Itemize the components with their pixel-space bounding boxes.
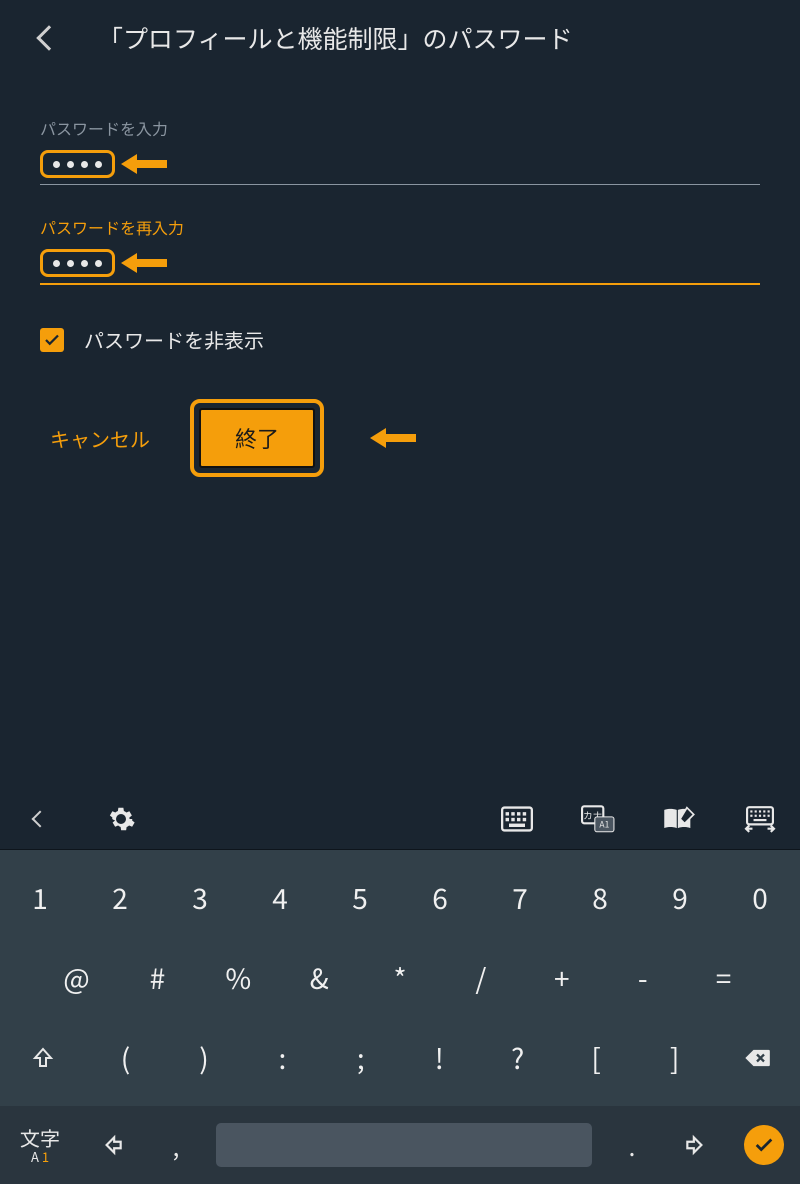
svg-text:A1: A1 <box>599 818 609 830</box>
annotation-arrow-icon <box>370 428 416 448</box>
password-confirm-highlight-box <box>40 249 115 277</box>
annotation-arrow-icon <box>121 253 167 273</box>
key-sym[interactable]: ( <box>86 1018 164 1098</box>
key-8[interactable]: 8 <box>560 858 640 938</box>
mode-label-top: 文字 <box>20 1128 60 1148</box>
key-sym[interactable]: % <box>198 938 279 1018</box>
key-sym[interactable]: ] <box>635 1018 713 1098</box>
page-title: 「プロフィールと機能制限」のパスワード <box>98 20 573 56</box>
key-sym[interactable]: * <box>360 938 441 1018</box>
check-icon <box>753 1134 775 1156</box>
password-label: パスワードを入力 <box>40 116 760 140</box>
key-3[interactable]: 3 <box>160 858 240 938</box>
gear-icon <box>106 804 136 834</box>
key-sym[interactable]: + <box>521 938 602 1018</box>
password-confirm-label: パスワードを再入力 <box>40 215 760 239</box>
key-sym[interactable]: / <box>440 938 521 1018</box>
keyboard-icon <box>501 806 533 832</box>
key-9[interactable]: 9 <box>640 858 720 938</box>
key-0[interactable]: 0 <box>720 858 800 938</box>
keyboard-settings-button[interactable] <box>103 801 139 837</box>
cancel-button[interactable]: キャンセル <box>50 424 150 453</box>
back-button[interactable] <box>36 25 61 50</box>
check-icon <box>43 331 61 349</box>
key-sym[interactable]: ! <box>400 1018 478 1098</box>
key-4[interactable]: 4 <box>240 858 320 938</box>
keyboard-layout-button[interactable] <box>499 801 535 837</box>
keyboard-collapse-button[interactable] <box>22 801 58 837</box>
password-confirm-input[interactable] <box>40 249 760 285</box>
arrow-right-icon <box>683 1132 709 1158</box>
hide-password-checkbox[interactable] <box>40 328 64 352</box>
hide-password-label: パスワードを非表示 <box>84 325 264 354</box>
virtual-keyboard: カナA1 1234567890 @#%&*/+-= ():;!?[] 文字 A1… <box>0 788 800 1184</box>
keyboard-resize-icon <box>743 805 777 833</box>
shift-icon <box>31 1046 55 1070</box>
mode-label-1: 1 <box>42 1147 49 1166</box>
key-6[interactable]: 6 <box>400 858 480 938</box>
arrow-left-icon <box>99 1132 125 1158</box>
keyboard-clipboard-button[interactable] <box>661 801 697 837</box>
key-7[interactable]: 7 <box>480 858 560 938</box>
key-shift[interactable] <box>0 1018 86 1098</box>
key-comma[interactable]: , <box>144 1128 208 1163</box>
key-sym[interactable]: [ <box>557 1018 635 1098</box>
finish-button-highlight: 終了 <box>190 399 324 477</box>
key-sym[interactable]: - <box>602 938 683 1018</box>
key-cursor-right[interactable] <box>664 1132 728 1158</box>
keyboard-language-button[interactable]: カナA1 <box>580 801 616 837</box>
key-1[interactable]: 1 <box>0 858 80 938</box>
mode-label-a: A <box>31 1147 39 1166</box>
backspace-icon <box>743 1044 771 1072</box>
key-sym[interactable]: ; <box>322 1018 400 1098</box>
kana-switch-icon: カナA1 <box>581 805 615 833</box>
key-sym[interactable]: # <box>117 938 198 1018</box>
key-sym[interactable]: ? <box>478 1018 556 1098</box>
key-enter[interactable] <box>744 1125 784 1165</box>
key-period[interactable]: . <box>600 1128 664 1163</box>
key-space[interactable] <box>216 1123 592 1167</box>
key-5[interactable]: 5 <box>320 858 400 938</box>
annotation-arrow-icon <box>121 154 167 174</box>
key-sym[interactable]: = <box>683 938 764 1018</box>
finish-button[interactable]: 終了 <box>199 408 315 468</box>
key-sym[interactable]: @ <box>36 938 117 1018</box>
keyboard-resize-button[interactable] <box>742 801 778 837</box>
password-highlight-box <box>40 150 115 178</box>
key-sym[interactable]: ) <box>165 1018 243 1098</box>
key-sym[interactable]: : <box>243 1018 321 1098</box>
key-backspace[interactable] <box>714 1018 800 1098</box>
book-edit-icon <box>662 805 696 833</box>
key-cursor-left[interactable] <box>80 1132 144 1158</box>
key-2[interactable]: 2 <box>80 858 160 938</box>
key-sym[interactable]: & <box>279 938 360 1018</box>
password-input[interactable] <box>40 150 760 185</box>
key-mode-switch[interactable]: 文字 A1 <box>0 1128 80 1163</box>
